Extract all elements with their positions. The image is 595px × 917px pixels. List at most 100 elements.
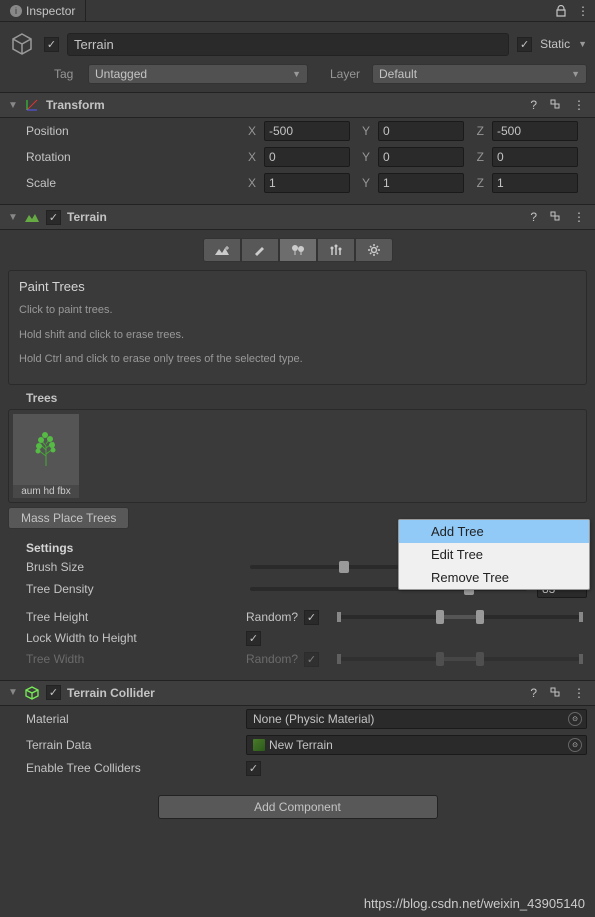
tool-paint-trees[interactable] (279, 238, 317, 262)
object-picker-icon[interactable]: ⊙ (568, 738, 582, 752)
panel-menu-icon[interactable]: ⋮ (577, 4, 589, 18)
component-menu-icon[interactable]: ⋮ (573, 210, 585, 224)
terrain-enabled-checkbox[interactable] (46, 210, 61, 225)
tree-density-label: Tree Density (26, 582, 240, 596)
scale-label: Scale (26, 176, 236, 190)
tree-height-label: Tree Height (26, 610, 240, 624)
rotation-z-input[interactable]: 0 (492, 147, 578, 167)
inspector-tab[interactable]: i Inspector (0, 0, 86, 21)
menu-item-add-tree[interactable]: Add Tree (399, 520, 589, 543)
transform-header[interactable]: ▼ Transform ? ⋮ (0, 92, 595, 118)
watermark: https://blog.csdn.net/weixin_43905140 (364, 896, 585, 911)
component-menu-icon[interactable]: ⋮ (573, 98, 585, 112)
terrain-toolbar (0, 230, 595, 270)
rotation-label: Rotation (26, 150, 236, 164)
paint-trees-help: Paint Trees Click to paint trees. Hold s… (8, 270, 587, 385)
layer-dropdown[interactable]: Default ▼ (372, 64, 587, 84)
preset-icon[interactable] (549, 686, 561, 700)
tree-prototype-item[interactable]: aum hd fbx (13, 414, 79, 498)
foldout-icon[interactable]: ▼ (8, 687, 18, 698)
terrain-data-label: Terrain Data (26, 738, 240, 752)
random-label: Random? (246, 652, 298, 666)
object-name-field[interactable]: Terrain (67, 33, 509, 56)
tag-dropdown[interactable]: Untagged ▼ (88, 64, 308, 84)
position-y-input[interactable]: 0 (378, 121, 464, 141)
tool-paint-terrain[interactable] (241, 238, 279, 262)
rotation-x-input[interactable]: 0 (264, 147, 350, 167)
chevron-down-icon: ▼ (571, 69, 580, 79)
x-label: X (240, 176, 260, 190)
lock-width-label: Lock Width to Height (26, 631, 240, 645)
lock-width-checkbox[interactable] (246, 631, 261, 646)
terrain-data-object-field[interactable]: New Terrain ⊙ (246, 735, 587, 755)
chevron-down-icon: ▼ (292, 69, 301, 79)
tool-terrain-settings[interactable] (355, 238, 393, 262)
tag-value: Untagged (95, 67, 147, 81)
object-picker-icon[interactable]: ⊙ (568, 712, 582, 726)
terrain-collider-header[interactable]: ▼ Terrain Collider ? ⋮ (0, 680, 595, 706)
preset-icon[interactable] (549, 98, 561, 112)
tool-paint-details[interactable] (317, 238, 355, 262)
position-x-input[interactable]: -500 (264, 121, 350, 141)
trees-label: Trees (0, 385, 595, 409)
add-component-row: Add Component (0, 779, 595, 835)
menu-item-remove-tree[interactable]: Remove Tree (399, 566, 589, 589)
static-dropdown-icon[interactable]: ▼ (578, 39, 587, 49)
material-label: Material (26, 712, 240, 726)
foldout-icon[interactable]: ▼ (8, 212, 18, 223)
position-label: Position (26, 124, 236, 138)
component-menu-icon[interactable]: ⋮ (573, 686, 585, 700)
menu-item-edit-tree[interactable]: Edit Tree (399, 543, 589, 566)
material-value: None (Physic Material) (253, 712, 374, 726)
terrain-data-value: New Terrain (269, 738, 333, 752)
help-title: Paint Trees (19, 279, 576, 294)
tree-name-label: aum hd fbx (13, 485, 79, 498)
tree-palette: aum hd fbx (8, 409, 587, 503)
static-checkbox[interactable] (517, 37, 532, 52)
tree-height-random-checkbox[interactable] (304, 610, 319, 625)
terrain-collider-enabled-checkbox[interactable] (46, 685, 61, 700)
preset-icon[interactable] (549, 210, 561, 224)
terrain-icon (24, 209, 40, 225)
tag-layer-row: Tag Untagged ▼ Layer Default ▼ (0, 62, 595, 92)
material-row: Material None (Physic Material) ⊙ (0, 706, 595, 732)
y-label: Y (354, 176, 374, 190)
layer-value: Default (379, 67, 417, 81)
component-title: Transform (46, 98, 524, 112)
scale-x-input[interactable]: 1 (264, 173, 350, 193)
help-line: Click to paint trees. (19, 302, 576, 319)
x-label: X (240, 150, 260, 164)
scale-y-input[interactable]: 1 (378, 173, 464, 193)
tree-width-range-slider (337, 657, 583, 661)
help-icon[interactable]: ? (530, 98, 537, 112)
enable-tree-colliders-checkbox[interactable] (246, 761, 261, 776)
y-label: Y (354, 150, 374, 164)
position-row: Position X -500 Y 0 Z -500 (0, 118, 595, 144)
tab-title: Inspector (26, 4, 75, 18)
info-icon: i (10, 5, 22, 17)
foldout-icon[interactable]: ▼ (8, 100, 18, 111)
tool-create-neighbor[interactable] (203, 238, 241, 262)
brush-size-label: Brush Size (26, 560, 240, 574)
lock-width-row: Lock Width to Height (0, 628, 595, 649)
add-component-button[interactable]: Add Component (158, 795, 438, 819)
tree-width-row: Tree Width Random? (0, 649, 595, 670)
scale-z-input[interactable]: 1 (492, 173, 578, 193)
tree-height-range-slider[interactable] (337, 615, 583, 619)
rotation-y-input[interactable]: 0 (378, 147, 464, 167)
help-line: Hold shift and click to erase trees. (19, 327, 576, 344)
active-checkbox[interactable] (44, 37, 59, 52)
z-label: Z (468, 150, 488, 164)
terrain-asset-icon (253, 739, 265, 751)
tree-height-row: Tree Height Random? (0, 607, 595, 628)
help-icon[interactable]: ? (530, 686, 537, 700)
enable-tree-colliders-label: Enable Tree Colliders (26, 761, 240, 775)
object-header: Terrain Static ▼ (0, 22, 595, 62)
lock-icon[interactable] (555, 5, 567, 17)
y-label: Y (354, 124, 374, 138)
terrain-header[interactable]: ▼ Terrain ? ⋮ (0, 204, 595, 230)
mass-place-trees-button[interactable]: Mass Place Trees (8, 507, 129, 529)
material-object-field[interactable]: None (Physic Material) ⊙ (246, 709, 587, 729)
position-z-input[interactable]: -500 (492, 121, 578, 141)
help-icon[interactable]: ? (530, 210, 537, 224)
